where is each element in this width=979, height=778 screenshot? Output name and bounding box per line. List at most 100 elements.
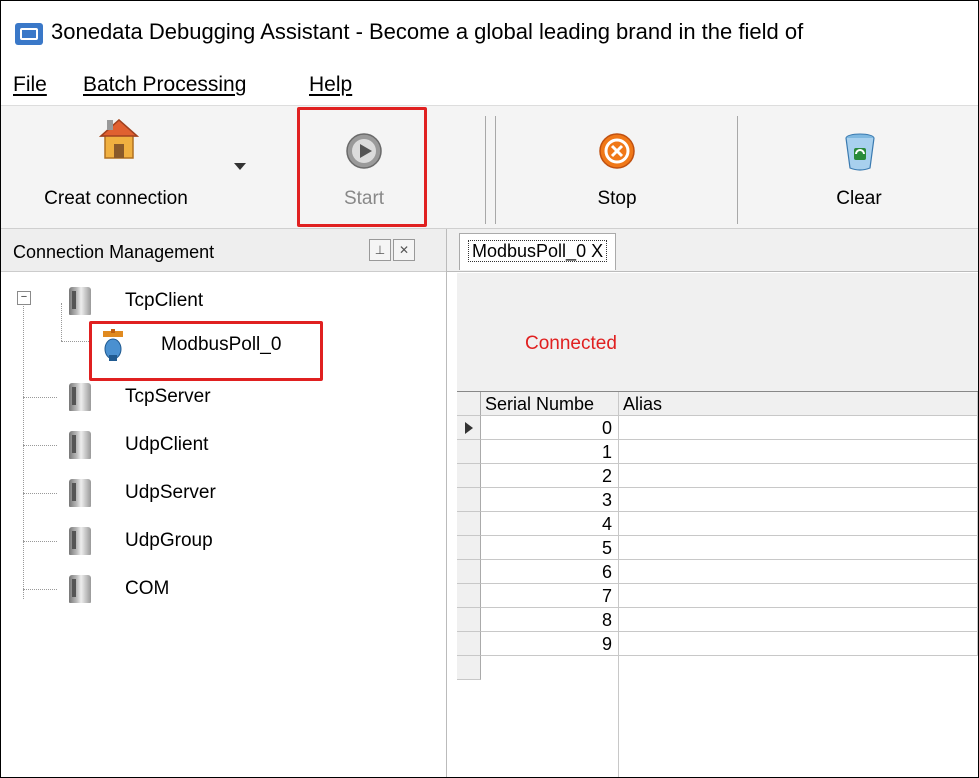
- chevron-down-icon[interactable]: [233, 162, 247, 172]
- row-header[interactable]: [457, 512, 481, 536]
- close-icon[interactable]: ✕: [393, 239, 415, 261]
- create-connection-label: Creat connection: [44, 188, 188, 209]
- row-header[interactable]: [457, 632, 481, 656]
- stop-circle-icon: [599, 133, 635, 169]
- grid-corner: [457, 392, 481, 416]
- connection-status: Connected: [525, 333, 617, 354]
- serial-cell[interactable]: 1: [481, 440, 619, 464]
- toolbar-separator: [485, 116, 486, 224]
- server-icon: [69, 479, 91, 507]
- tree-item-tcpserver[interactable]: TcpServer: [1, 377, 446, 417]
- server-icon: [69, 383, 91, 411]
- tree-item-com[interactable]: COM: [1, 569, 446, 609]
- serial-cell[interactable]: 5: [481, 536, 619, 560]
- data-grid: Serial Numbe Alias 0 1 2 3 4 5 6 7 8 9: [457, 391, 978, 777]
- table-row[interactable]: 2: [457, 464, 978, 488]
- panel-title: Connection Management: [13, 242, 215, 262]
- menu-batch-processing[interactable]: Batch Processing: [83, 73, 246, 97]
- pin-icon[interactable]: ⊥: [369, 239, 391, 261]
- stop-label: Stop: [597, 188, 637, 209]
- alias-cell[interactable]: [619, 536, 978, 560]
- serial-cell[interactable]: 8: [481, 608, 619, 632]
- serial-cell[interactable]: 4: [481, 512, 619, 536]
- table-row[interactable]: 9: [457, 632, 978, 656]
- serial-cell[interactable]: 6: [481, 560, 619, 584]
- alias-cell[interactable]: [619, 632, 978, 656]
- row-header[interactable]: [457, 488, 481, 512]
- tree-item-label: UdpGroup: [125, 530, 213, 551]
- serial-cell[interactable]: 0: [481, 416, 619, 440]
- alias-cell[interactable]: [619, 560, 978, 584]
- row-header[interactable]: [457, 536, 481, 560]
- toolbar: Creat connection Start Stop Clear: [1, 105, 978, 229]
- create-connection-button[interactable]: Creat connection: [11, 106, 246, 228]
- menu-help[interactable]: Help: [309, 73, 352, 97]
- tab-close-icon[interactable]: X: [591, 241, 603, 261]
- alias-cell[interactable]: [619, 584, 978, 608]
- server-icon: [69, 287, 91, 315]
- grid-empty-column: [481, 656, 619, 777]
- current-row-icon: [465, 422, 473, 434]
- table-row[interactable]: 5: [457, 536, 978, 560]
- tree-item-udpserver[interactable]: UdpServer: [1, 473, 446, 513]
- alias-cell[interactable]: [619, 608, 978, 632]
- tree-item-udpclient[interactable]: UdpClient: [1, 425, 446, 465]
- panel-header: Connection Management ⊥ ✕: [1, 229, 446, 272]
- tree-item-udpgroup[interactable]: UdpGroup: [1, 521, 446, 561]
- row-header[interactable]: [457, 416, 481, 440]
- table-row[interactable]: 1: [457, 440, 978, 464]
- table-row[interactable]: 3: [457, 488, 978, 512]
- status-panel: Connected: [457, 273, 978, 391]
- row-header[interactable]: [457, 440, 481, 464]
- alias-cell[interactable]: [619, 488, 978, 512]
- menu-file[interactable]: File: [13, 73, 47, 97]
- alias-cell[interactable]: [619, 440, 978, 464]
- row-header[interactable]: [457, 560, 481, 584]
- table-row[interactable]: 0: [457, 416, 978, 440]
- app-window: 3onedata Debugging Assistant - Become a …: [0, 0, 979, 778]
- tab-label: ModbusPoll_0: [472, 241, 587, 261]
- table-row[interactable]: 4: [457, 512, 978, 536]
- clear-label: Clear: [836, 188, 882, 209]
- tree-item-label: UdpServer: [125, 482, 216, 503]
- column-header-alias[interactable]: Alias: [619, 392, 978, 416]
- alias-cell[interactable]: [619, 416, 978, 440]
- row-header: [457, 656, 481, 680]
- tree-item-label: TcpServer: [125, 386, 211, 407]
- table-row[interactable]: 8: [457, 608, 978, 632]
- serial-cell[interactable]: 7: [481, 584, 619, 608]
- tree-item-tcpclient[interactable]: TcpClient: [1, 281, 446, 321]
- recycle-bin-icon: [845, 133, 875, 171]
- grid-empty-area: [457, 656, 978, 777]
- serial-cell[interactable]: 3: [481, 488, 619, 512]
- connection-management-panel: Connection Management ⊥ ✕ − TcpClient Mo…: [1, 229, 447, 777]
- serial-cell[interactable]: 9: [481, 632, 619, 656]
- table-row[interactable]: 6: [457, 560, 978, 584]
- column-header-serial[interactable]: Serial Numbe: [481, 392, 619, 416]
- server-icon: [69, 527, 91, 555]
- clear-button[interactable]: Clear: [799, 106, 919, 228]
- menu-bar: File Batch Processing Help: [1, 65, 978, 105]
- house-icon: [99, 118, 139, 159]
- server-icon: [69, 431, 91, 459]
- alias-cell[interactable]: [619, 464, 978, 488]
- title-bar: 3onedata Debugging Assistant - Become a …: [1, 1, 978, 65]
- tab-modbuspoll-0[interactable]: ModbusPoll_0 X: [459, 233, 617, 270]
- document-area: ModbusPoll_0 X Connected Serial Numbe Al…: [447, 229, 978, 777]
- row-header[interactable]: [457, 584, 481, 608]
- document-tabs: ModbusPoll_0 X: [447, 229, 978, 272]
- row-header[interactable]: [457, 464, 481, 488]
- serial-cell[interactable]: 2: [481, 464, 619, 488]
- alias-cell[interactable]: [619, 512, 978, 536]
- tree-item-label: TcpClient: [125, 290, 204, 311]
- toolbar-separator: [737, 116, 738, 224]
- tree-item-label: COM: [125, 578, 170, 599]
- window-title: 3onedata Debugging Assistant - Become a …: [51, 19, 804, 44]
- table-row[interactable]: 7: [457, 584, 978, 608]
- start-highlight-box: [297, 107, 427, 227]
- row-header[interactable]: [457, 608, 481, 632]
- grid-header: Serial Numbe Alias: [457, 392, 978, 416]
- tree-item-label: UdpClient: [125, 434, 209, 455]
- app-icon: [15, 23, 43, 45]
- stop-button[interactable]: Stop: [557, 106, 677, 228]
